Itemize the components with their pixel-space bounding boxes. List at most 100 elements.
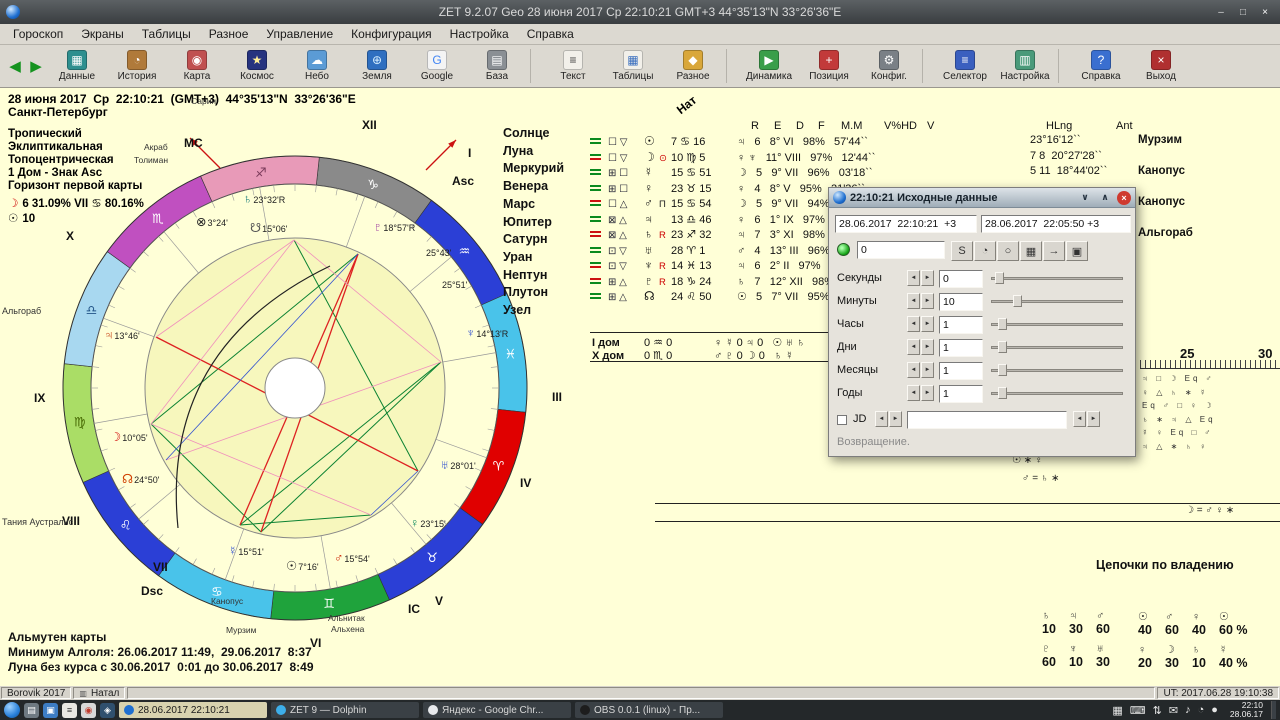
jd-spin-left[interactable]: ◄ [1073,411,1086,427]
menu-item-Управление[interactable]: Управление [257,25,342,43]
menu-item-Справка[interactable]: Справка [518,25,583,43]
spinner-value-Часы[interactable]: 1 [939,316,983,334]
date-time-field-1[interactable]: 28.06.2017 22:10:21 +3 [835,215,977,233]
toolbar-button-position[interactable]: +Позиция [799,50,859,82]
slider-thumb-Дни[interactable] [998,341,1007,353]
slider-track-Минуты[interactable] [991,300,1123,303]
spin-down-Дни[interactable]: ◄ [907,339,920,355]
spinner-value-Дни[interactable]: 1 [939,339,983,357]
save-button[interactable]: ▣ [1066,241,1088,261]
spin-down-Минуты[interactable]: ◄ [907,293,920,309]
toolbar-button-text[interactable]: ≡Текст [543,50,603,82]
spin-up-Секунды[interactable]: ► [921,270,934,286]
slider-thumb-Годы[interactable] [998,387,1007,399]
slider-thumb-Секунды[interactable] [995,272,1004,284]
nav-forward-button[interactable]: ▶ [26,50,46,82]
spin-up-Минуты[interactable]: ► [921,293,934,309]
status-mode[interactable]: ▥Натал [73,687,125,699]
task-button[interactable]: Яндекс - Google Chr... [423,702,571,718]
spin-down-Часы[interactable]: ◄ [907,316,920,332]
run-button[interactable]: → [1043,241,1065,261]
task-button[interactable]: OBS 0.0.1 (linux) - Пр... [575,702,723,718]
menu-item-Конфигурация[interactable]: Конфигурация [342,25,441,43]
slider-track-Годы[interactable] [991,392,1123,395]
maximize-button[interactable]: □ [1234,4,1252,20]
cycle-button[interactable]: ○ [997,241,1019,261]
show-desktop-button[interactable] [1271,701,1276,719]
slider-track-Месяцы[interactable] [991,369,1123,372]
spinner-value-Месяцы[interactable]: 1 [939,362,983,380]
date-time-field-2[interactable]: 28.06.2017 22:05:50 +3 [981,215,1131,233]
media-icon[interactable]: ◈ [100,703,115,718]
table-row-☽[interactable]: ☐ ▽☽⊙10 ♍ 5♀ ♆ 11° VIII 97% 12'44``7 8 2… [590,150,1280,165]
table-row-☉[interactable]: ☐ ▽☉7 ♋ 16♃ 6 8° VI 98% 57'44``23°16'12`… [590,134,1280,149]
spin-down-Месяцы[interactable]: ◄ [907,362,920,378]
slider-track-Часы[interactable] [991,323,1123,326]
toolbar-button-base[interactable]: ▤База [467,50,527,82]
jd-spin-up[interactable]: ► [889,411,902,427]
speed-button[interactable]: S [951,241,973,261]
spin-up-Часы[interactable]: ► [921,316,934,332]
jd-value-field[interactable] [907,411,1067,429]
spin-down-Годы[interactable]: ◄ [907,385,920,401]
jd-spin-down[interactable]: ◄ [875,411,888,427]
zodiac-wheel[interactable]: ♑♒♓♈♉♊♋♌♍♎♏♐XIIIAscIIIIVVICVIVIIDscVIIII… [28,96,568,676]
dialog-dropdown-button[interactable]: ∨ [1077,191,1093,205]
task-button[interactable]: ZET 9 — Dolphin [271,702,419,718]
nav-back-button[interactable]: ◀ [5,50,25,82]
toolbar-button-cosmos[interactable]: ★Космос [227,50,287,82]
toolbar-button-data[interactable]: ▦Данные [47,50,107,82]
toolbar-button-config[interactable]: ⚙Конфиг. [859,50,919,82]
toolbar-button-dynamics[interactable]: ▶Динамика [739,50,799,82]
slider-thumb-Часы[interactable] [998,318,1007,330]
volume-tray-icon[interactable]: ♪ [1185,704,1191,716]
toolbar-button-exit[interactable]: ×Выход [1131,50,1191,82]
menu-item-Экраны[interactable]: Экраны [72,25,132,43]
slider-track-Дни[interactable] [991,346,1123,349]
spin-up-Годы[interactable]: ► [921,385,934,401]
toolbar-button-selector[interactable]: ≡Селектор [935,50,995,82]
slider-thumb-Минуты[interactable] [1013,295,1022,307]
minimize-button[interactable]: – [1212,4,1230,20]
toolbar-button-tables[interactable]: ▦Таблицы [603,50,663,82]
toolbar-button-history[interactable]: ◔История [107,50,167,82]
status-tray-icon[interactable]: ● [1211,704,1218,716]
spin-up-Месяцы[interactable]: ► [921,362,934,378]
mail-tray-icon[interactable]: ✉ [1169,704,1178,717]
calendar-button[interactable]: ▦ [1020,241,1042,261]
jd-checkbox[interactable] [837,415,847,425]
spinner-value-Годы[interactable]: 1 [939,385,983,403]
menu-item-Таблицы[interactable]: Таблицы [133,25,200,43]
taskbar-clock[interactable]: 22:10 28.06.17 [1230,701,1263,719]
spin-down-Секунды[interactable]: ◄ [907,270,920,286]
menu-item-Настройка[interactable]: Настройка [441,25,518,43]
task-button[interactable]: 28.06.2017 22:10:21 [119,702,267,718]
menu-item-Разное[interactable]: Разное [200,25,258,43]
dialog-title-bar[interactable]: 22:10:21 Исходные данные ∨ ∧ × [829,188,1135,208]
menu-item-Гороскоп[interactable]: Гороскоп [4,25,72,43]
toolbar-button-sky[interactable]: ☁Небо [287,50,347,82]
slider-track-Секунды[interactable] [991,277,1123,280]
table-row-☿[interactable]: ⊞ ☐☿15 ♋ 51☽ 5 9° VII 96% 03'18``5 11 18… [590,165,1280,180]
slider-thumb-Месяцы[interactable] [998,364,1007,376]
clock-button[interactable]: ◔ [974,241,996,261]
editor-icon[interactable]: ≡ [62,703,77,718]
grid-tray-icon[interactable]: ▦ [1112,704,1122,717]
toolbar-button-misc[interactable]: ◆Разное [663,50,723,82]
browser-icon[interactable]: ◉ [81,703,96,718]
toolbar-button-earth[interactable]: ⊕Земля [347,50,407,82]
dialog-close-button[interactable]: × [1117,191,1131,205]
jd-spin-right[interactable]: ► [1087,411,1100,427]
toolbar-button-help[interactable]: ?Справка [1071,50,1131,82]
spinner-value-Секунды[interactable]: 0 [939,270,983,288]
keyboard-tray-icon[interactable]: ⌨ [1130,704,1146,717]
start-menu-button[interactable] [4,702,20,718]
pager-icon[interactable]: ▤ [24,703,39,718]
spinner-value-Минуты[interactable]: 10 [939,293,983,311]
toolbar-button-google[interactable]: GGoogle [407,50,467,82]
dialog-rollup-button[interactable]: ∧ [1097,191,1113,205]
files-icon[interactable]: ▣ [43,703,58,718]
clock-tray-icon[interactable]: ◔ [1198,704,1205,716]
step-value-field[interactable]: 0 [857,241,945,259]
toolbar-button-chart[interactable]: ◉Карта [167,50,227,82]
